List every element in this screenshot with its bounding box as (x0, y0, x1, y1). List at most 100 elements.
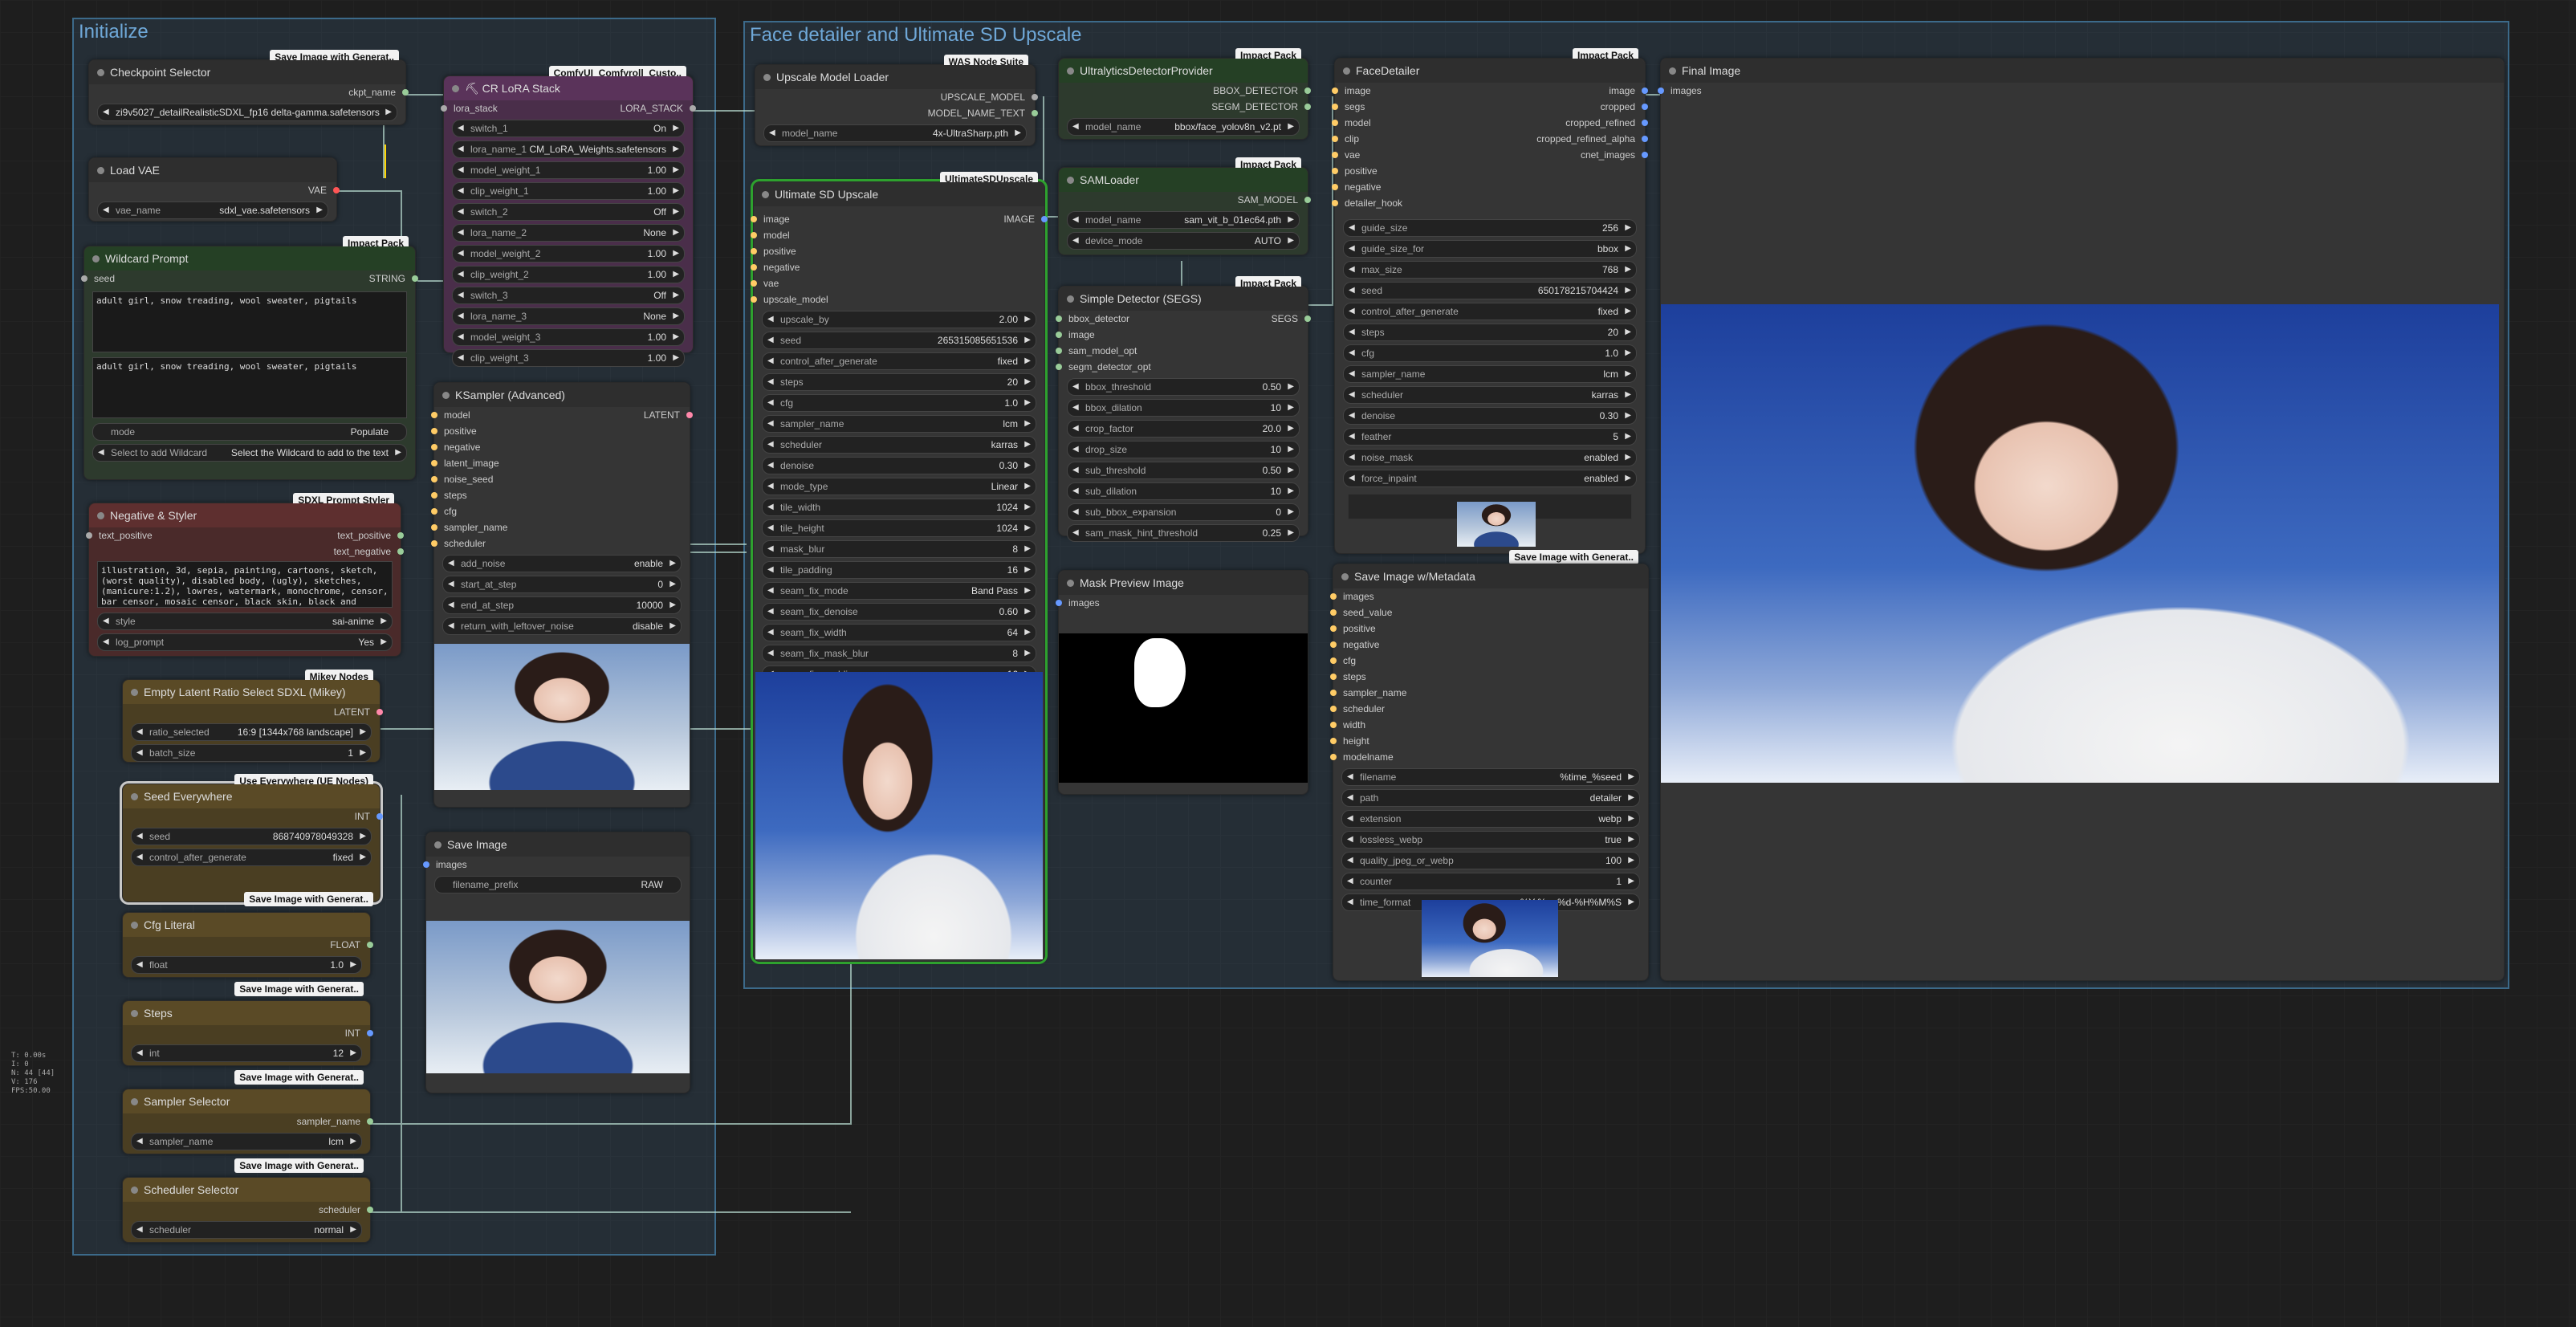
wildcard-text-input[interactable]: adult girl, snow treading, wool sweater,… (92, 291, 407, 352)
increment-arrow-icon[interactable]: ▶ (1625, 345, 1631, 361)
decrement-arrow-icon[interactable]: ◀ (767, 374, 774, 390)
increment-arrow-icon[interactable]: ▶ (1625, 470, 1631, 486)
increment-arrow-icon[interactable]: ▶ (1288, 442, 1294, 458)
tile-padding-widget[interactable]: ◀ tile_padding 16 ▶ (762, 561, 1036, 579)
decrement-arrow-icon[interactable]: ◀ (767, 645, 774, 661)
input-model[interactable]: model (751, 227, 1044, 243)
decrement-arrow-icon[interactable]: ◀ (767, 353, 774, 369)
lora-name-3-widget[interactable]: ◀ lora_name_3 None ▶ (452, 307, 685, 325)
mask-preview-node[interactable]: Mask Preview Image images (1056, 570, 1308, 795)
scheduler-widget[interactable]: ◀ scheduler karras ▶ (1343, 386, 1637, 404)
cfg-widget[interactable]: ◀ cfg 1.0 ▶ (762, 394, 1036, 412)
input-sampler-name[interactable]: sampler_name (431, 519, 690, 535)
decrement-arrow-icon[interactable]: ◀ (1072, 400, 1079, 416)
increment-arrow-icon[interactable]: ▶ (1024, 395, 1031, 411)
checkpoint-selector-node[interactable]: Save Image with Generat.. Checkpoint Sel… (88, 50, 409, 125)
input-negative[interactable]: negative (1330, 637, 1648, 653)
lossless-webp-widget[interactable]: ◀ lossless_webp true ▶ (1341, 831, 1640, 849)
clip-weight-2-widget[interactable]: ◀ clip_weight_2 1.00 ▶ (452, 266, 685, 283)
upscale-model-loader-node[interactable]: WAS Node Suite Upscale Model Loader UPSC… (755, 55, 1038, 146)
cfg-widget[interactable]: ◀ cfg 1.0 ▶ (1343, 344, 1637, 362)
input-scheduler[interactable]: scheduler (431, 535, 690, 552)
model-weight-3-widget[interactable]: ◀ model_weight_3 1.00 ▶ (452, 328, 685, 346)
increment-arrow-icon[interactable]: ▶ (1288, 483, 1294, 499)
increment-arrow-icon[interactable]: ▶ (1625, 324, 1631, 340)
wildcard-select[interactable]: ◀ Select to add Wildcard Select the Wildca… (92, 444, 407, 462)
node-title[interactable]: ⛏ CR LoRA Stack (444, 76, 693, 100)
noise-mask-widget[interactable]: ◀ noise_mask enabled ▶ (1343, 449, 1637, 466)
increment-arrow-icon[interactable]: ▶ (669, 556, 676, 572)
decrement-arrow-icon[interactable]: ◀ (1347, 873, 1353, 889)
end-at-step-widget[interactable]: ◀ end_at_step 10000 ▶ (442, 596, 682, 614)
int-widget[interactable]: ◀ int 12 ▶ (131, 1044, 362, 1062)
wildcard-prompt-node[interactable]: Impact Pack Wildcard Prompt seed STRING … (80, 236, 419, 480)
increment-arrow-icon[interactable]: ▶ (1628, 832, 1634, 848)
scheduler-widget[interactable]: ◀ scheduler karras ▶ (762, 436, 1036, 454)
input-model[interactable]: model (431, 407, 690, 423)
mode-toggle[interactable]: mode Populate (92, 423, 407, 441)
decrement-arrow-icon[interactable]: ◀ (767, 416, 774, 432)
increment-arrow-icon[interactable]: ▶ (1628, 790, 1634, 806)
input-latent-image[interactable]: latent_image (431, 455, 690, 471)
control-after-generate-widget[interactable]: ◀ control_after_generate fixed ▶ (762, 352, 1036, 370)
input-images[interactable]: images (423, 857, 690, 873)
decrement-arrow-icon[interactable]: ◀ (1349, 262, 1355, 278)
switch-2-widget[interactable]: ◀ switch_2 Off ▶ (452, 203, 685, 221)
decrement-arrow-icon[interactable]: ◀ (1072, 504, 1079, 520)
guide-size-widget[interactable]: ◀ guide_size 256 ▶ (1343, 219, 1637, 237)
output-sam-model[interactable]: SAM_MODEL (1059, 192, 1311, 208)
decrement-arrow-icon[interactable]: ◀ (767, 604, 774, 620)
sampler-name-widget[interactable]: ◀ sampler_name lcm ▶ (762, 415, 1036, 433)
lora-name-1-widget[interactable]: ◀ lora_name_1 CM_LoRA_Weights.safetensors ▶ (452, 140, 685, 158)
save-image-metadata-node[interactable]: Save Image w/Metadata images seed_value po… (1330, 564, 1649, 981)
decrement-arrow-icon[interactable]: ◀ (767, 332, 774, 348)
increment-arrow-icon[interactable]: ▶ (1024, 332, 1031, 348)
input-sam-model-opt[interactable]: sam_model_opt (1056, 343, 1308, 359)
node-title[interactable]: Scheduler Selector (123, 1178, 370, 1202)
decrement-arrow-icon[interactable]: ◀ (1349, 387, 1355, 403)
decrement-arrow-icon[interactable]: ◀ (767, 478, 774, 495)
save-image-node[interactable]: Save Image images filename_prefix RAW (423, 832, 690, 1093)
seed-widget[interactable]: ◀ seed 265315085651536 ▶ (762, 332, 1036, 349)
increment-arrow-icon[interactable]: ▶ (1024, 625, 1031, 641)
tile-width-widget[interactable]: ◀ tile_width 1024 ▶ (762, 499, 1036, 516)
decrement-arrow-icon[interactable]: ◀ (448, 597, 454, 613)
increment-arrow-icon[interactable]: ▶ (1024, 562, 1031, 578)
empty-latent-node[interactable]: Mikey Nodes Empty Latent Ratio Select SD… (122, 670, 383, 763)
sampler-name-widget[interactable]: ◀ sampler_name lcm ▶ (1343, 365, 1637, 383)
node-title[interactable]: UltralyticsDetectorProvider (1059, 59, 1308, 83)
increment-arrow-icon[interactable]: ▶ (673, 162, 679, 178)
decrement-arrow-icon[interactable]: ◀ (1347, 853, 1353, 869)
output-string[interactable]: STRING (360, 271, 419, 287)
sampler-selector-node[interactable]: Sampler Selector sampler_name ◀ sampler_n… (122, 1089, 373, 1173)
decrement-arrow-icon[interactable]: ◀ (458, 225, 464, 241)
node-title[interactable]: Empty Latent Ratio Select SDXL (Mikey) (123, 680, 380, 704)
input-lora-stack[interactable]: lora_stack (441, 100, 507, 116)
return-with-leftover-noise-widget[interactable]: ◀ return_with_leftover_noise disable ▶ (442, 617, 682, 635)
steps-widget[interactable]: ◀ steps 20 ▶ (1343, 324, 1637, 341)
increment-arrow-icon[interactable]: ▶ (1024, 583, 1031, 599)
decrement-arrow-icon[interactable]: ◀ (458, 141, 464, 157)
decrement-arrow-icon[interactable]: ◀ (767, 437, 774, 453)
mode-type-widget[interactable]: ◀ mode_type Linear ▶ (762, 478, 1036, 495)
decrement-arrow-icon[interactable]: ◀ (1072, 442, 1079, 458)
decrement-arrow-icon[interactable]: ◀ (767, 458, 774, 474)
increment-arrow-icon[interactable]: ▶ (669, 597, 676, 613)
model-weight-1-widget[interactable]: ◀ model_weight_1 1.00 ▶ (452, 161, 685, 179)
decrement-arrow-icon[interactable]: ◀ (1349, 241, 1355, 257)
decrement-arrow-icon[interactable]: ◀ (1349, 408, 1355, 424)
output-text-positive[interactable]: text_positive (328, 527, 404, 543)
cfg-literal-node[interactable]: Cfg Literal FLOAT ◀ float 1.0 ▶ Save Image … (122, 912, 373, 996)
output-segm-detector[interactable]: SEGM_DETECTOR (1059, 99, 1311, 115)
decrement-arrow-icon[interactable]: ◀ (458, 329, 464, 345)
decrement-arrow-icon[interactable]: ◀ (1072, 483, 1079, 499)
device-mode-widget[interactable]: ◀ device_mode AUTO ▶ (1067, 232, 1300, 250)
increment-arrow-icon[interactable]: ▶ (1625, 450, 1631, 466)
decrement-arrow-icon[interactable]: ◀ (448, 576, 454, 592)
increment-arrow-icon[interactable]: ▶ (1288, 379, 1294, 395)
sub-bbox-expansion-widget[interactable]: ◀ sub_bbox_expansion 0 ▶ (1067, 503, 1300, 521)
output-bbox-detector[interactable]: BBOX_DETECTOR (1059, 83, 1311, 99)
lora-name-2-widget[interactable]: ◀ lora_name_2 None ▶ (452, 224, 685, 242)
increment-arrow-icon[interactable]: ▶ (673, 350, 679, 366)
float-widget[interactable]: ◀ float 1.0 ▶ (131, 956, 362, 974)
